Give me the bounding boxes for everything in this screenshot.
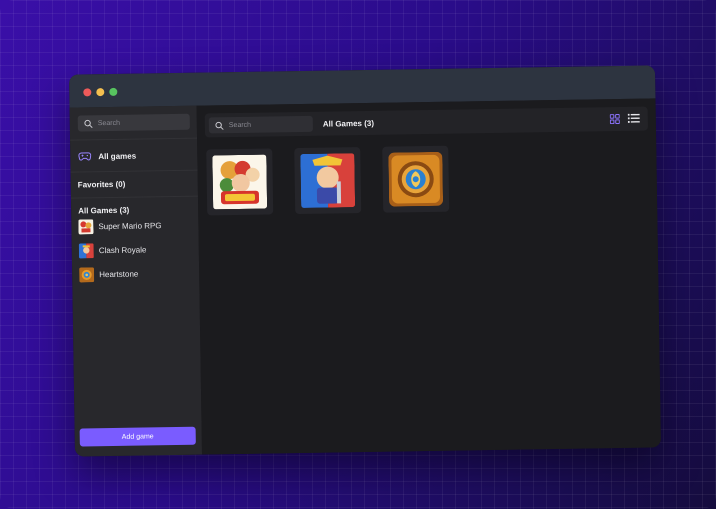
sidebar-item-label: All games bbox=[98, 151, 137, 161]
divider bbox=[70, 195, 198, 199]
clash-royale-art bbox=[78, 243, 94, 259]
list-view-icon[interactable] bbox=[627, 113, 640, 124]
close-window-button[interactable] bbox=[83, 88, 92, 97]
game-name: Super Mario RPG bbox=[98, 221, 162, 232]
all-games-heading[interactable]: All Games (3) bbox=[78, 206, 129, 216]
search-icon bbox=[84, 119, 93, 128]
favorites-heading[interactable]: Favorites (0) bbox=[78, 180, 126, 190]
clash-royale-art bbox=[300, 153, 356, 208]
grid-view-icon[interactable] bbox=[609, 113, 620, 125]
backdrop: Search All games Favorites (0) All Games… bbox=[0, 0, 716, 509]
sidebar: Search All games Favorites (0) All Games… bbox=[69, 105, 203, 457]
game-name: Heartstone bbox=[99, 269, 139, 280]
sidebar-item-all-games[interactable]: All games bbox=[78, 151, 136, 162]
main-search-placeholder: Search bbox=[228, 121, 252, 129]
main-content: Search All Games (3) bbox=[196, 98, 661, 455]
page-title: All Games (3) bbox=[322, 118, 375, 129]
hearthstone-art bbox=[388, 151, 444, 207]
minimize-window-button[interactable] bbox=[96, 88, 105, 97]
search-icon bbox=[215, 121, 224, 130]
sidebar-game-item[interactable]: Heartstone bbox=[79, 267, 138, 283]
toolbar: Search All Games (3) bbox=[204, 106, 648, 138]
app-window: Search All games Favorites (0) All Games… bbox=[69, 65, 661, 457]
sidebar-search-input[interactable]: Search bbox=[77, 113, 190, 132]
sidebar-search-placeholder: Search bbox=[97, 119, 121, 127]
sidebar-game-item[interactable]: Clash Royale bbox=[78, 242, 147, 259]
divider bbox=[70, 137, 198, 141]
gamepad-icon bbox=[78, 152, 92, 161]
add-game-button[interactable]: Add game bbox=[79, 426, 196, 447]
super-mario-rpg-art bbox=[78, 219, 94, 235]
sidebar-game-item[interactable]: Super Mario RPG bbox=[78, 218, 162, 235]
game-card[interactable] bbox=[382, 145, 450, 213]
game-name: Clash Royale bbox=[98, 245, 147, 256]
game-card[interactable] bbox=[294, 147, 362, 215]
divider bbox=[70, 169, 198, 173]
hearthstone-art bbox=[79, 267, 95, 283]
main-search-input[interactable]: Search bbox=[208, 115, 313, 134]
maximize-window-button[interactable] bbox=[109, 87, 118, 96]
super-mario-rpg-art bbox=[212, 154, 268, 210]
game-card[interactable] bbox=[206, 148, 274, 216]
